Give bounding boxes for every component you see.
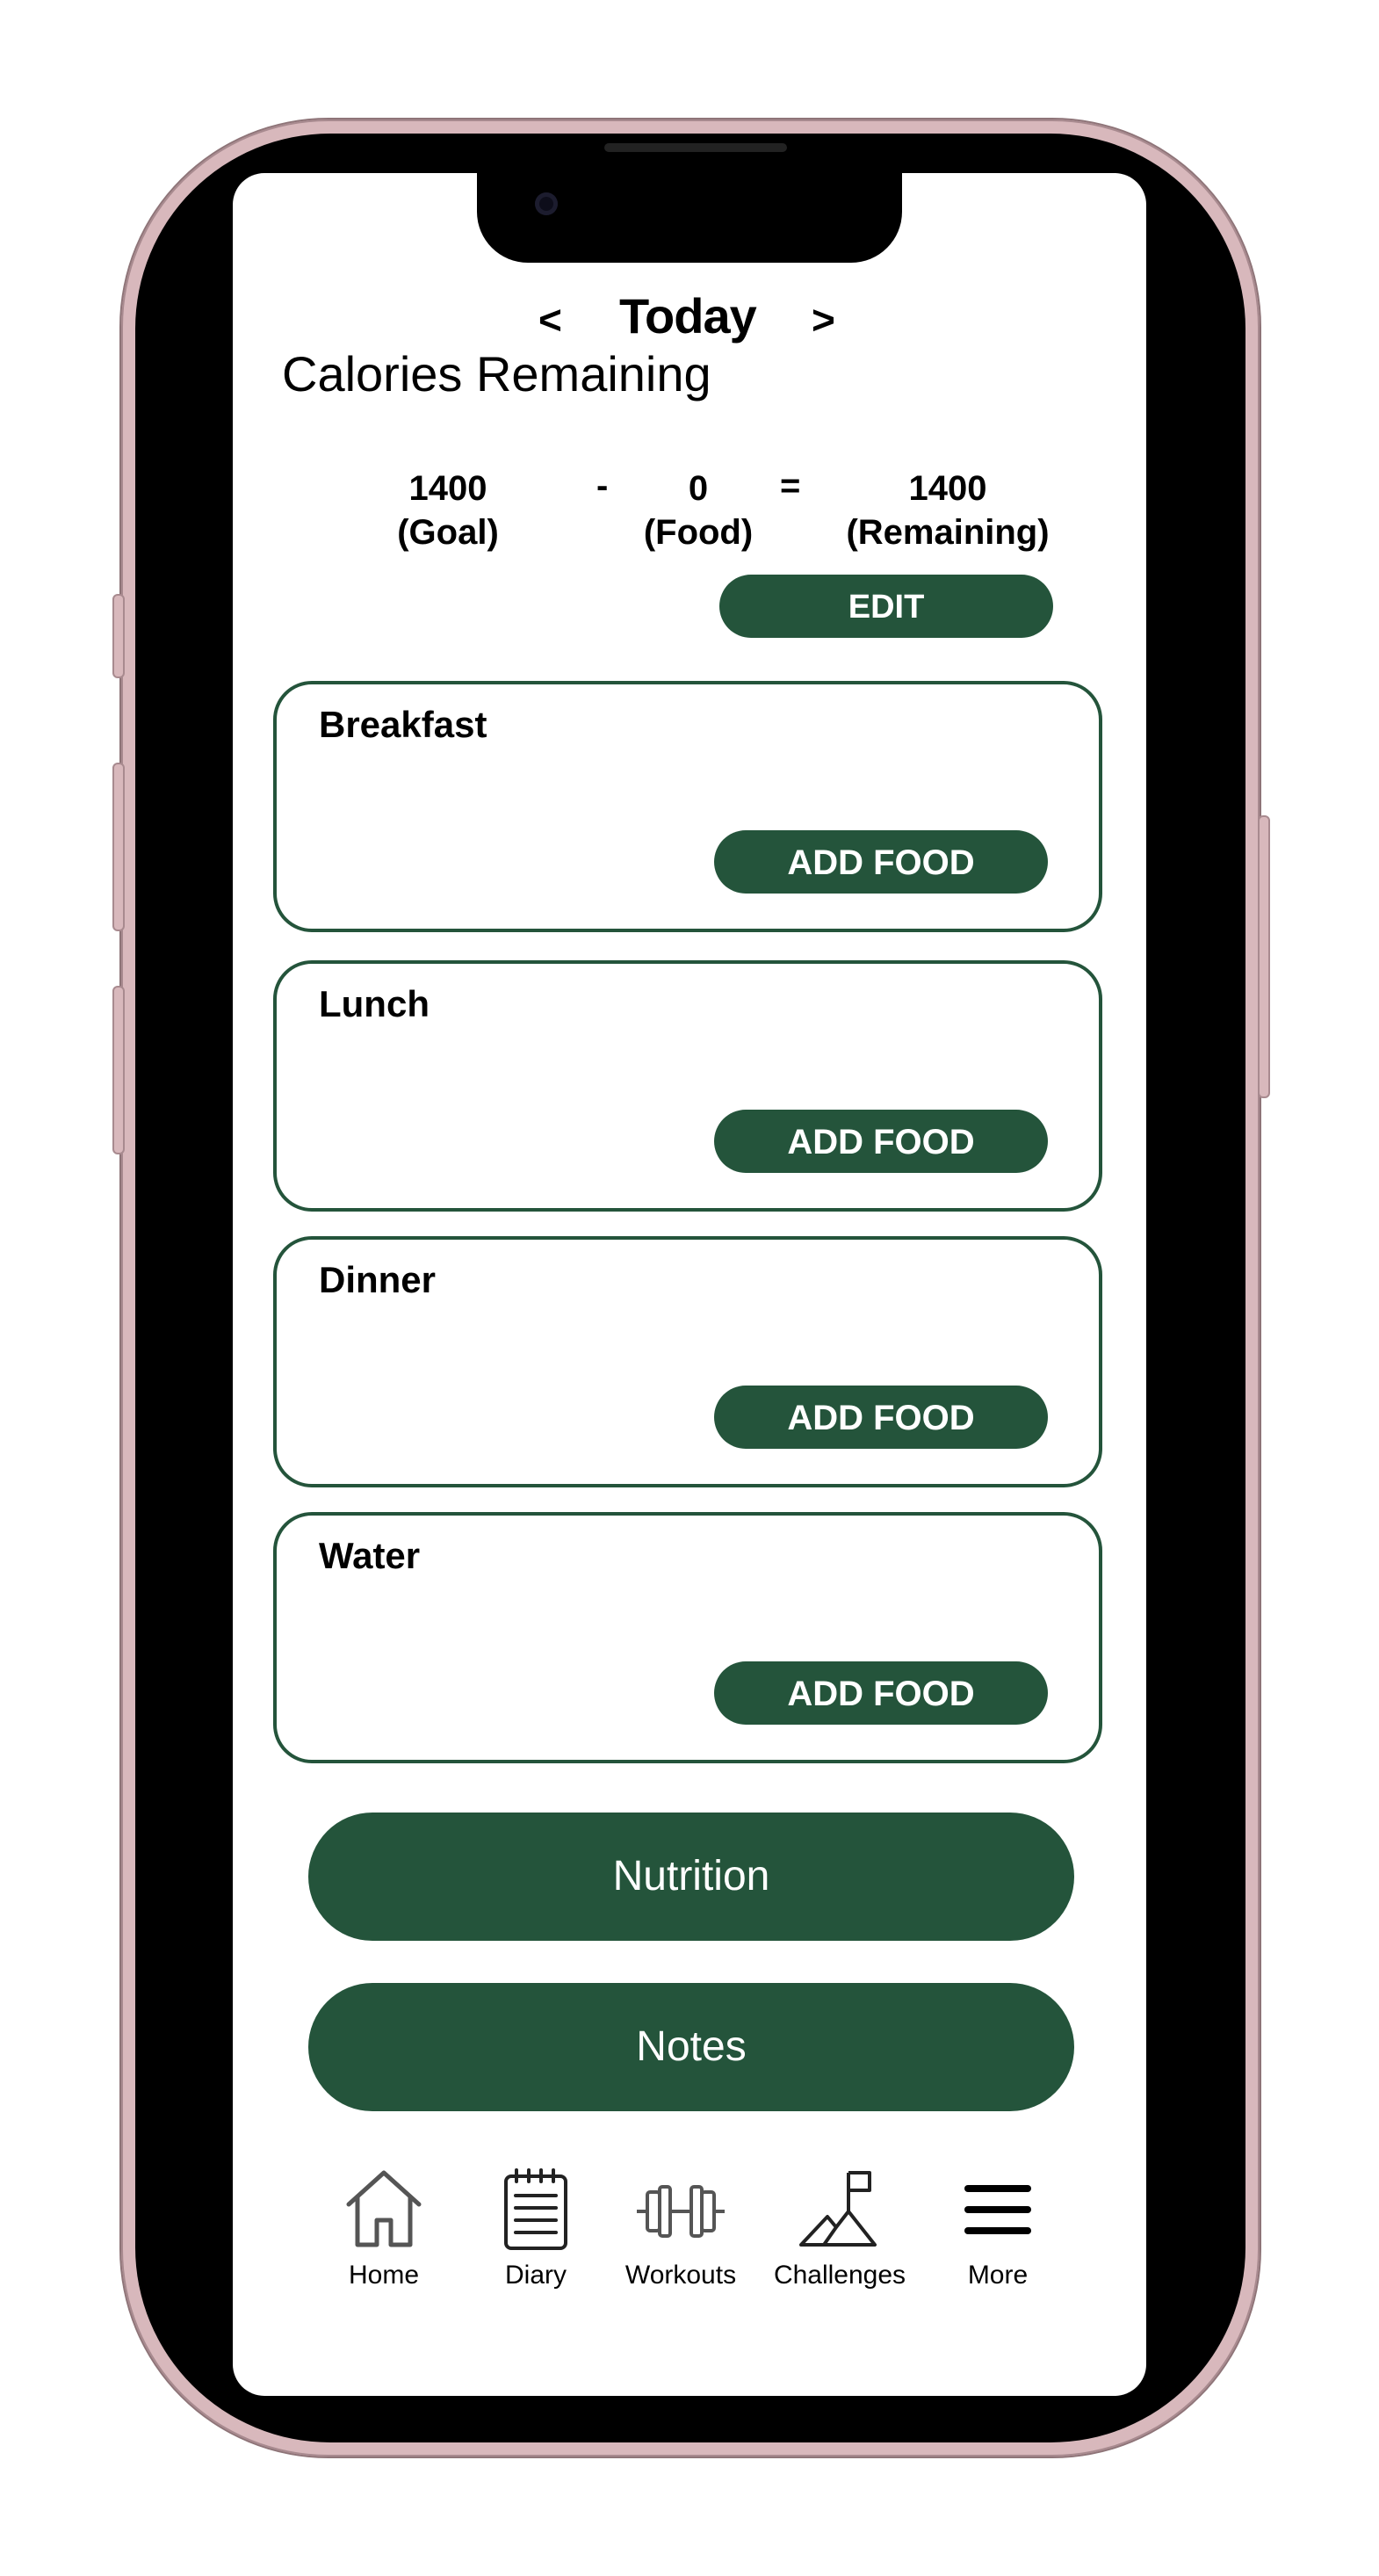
food-column: 0 (Food) <box>619 467 777 554</box>
tab-label: Challenges <box>773 2261 906 2290</box>
notch <box>477 173 902 263</box>
tab-label: Diary <box>504 2261 567 2290</box>
meal-card-water: Water ADD FOOD <box>273 1512 1102 1763</box>
meal-card-lunch: Lunch ADD FOOD <box>273 960 1102 1212</box>
speaker-grille <box>604 143 787 152</box>
tab-label: Home <box>348 2261 420 2290</box>
notes-button[interactable]: Notes <box>308 1983 1074 2111</box>
camera-icon <box>535 192 558 215</box>
nutrition-button[interactable]: Nutrition <box>308 1813 1074 1941</box>
tab-challenges[interactable]: Challenges <box>765 2167 914 2290</box>
goal-value: 1400 <box>408 469 487 508</box>
equals-sign: = <box>780 467 801 505</box>
app-screen: < Today > Calories Remaining 1400 (Goal)… <box>233 173 1146 2396</box>
meal-title: Breakfast <box>319 704 487 745</box>
dumbbell-icon <box>637 2185 725 2238</box>
tab-label: More <box>967 2261 1029 2290</box>
bottom-tab-bar: Home Diary Workouts Challenges More <box>233 2167 1146 2326</box>
tab-workouts[interactable]: Workouts <box>606 2167 755 2290</box>
food-label: (Food) <box>643 513 754 552</box>
meal-card-dinner: Dinner ADD FOOD <box>273 1236 1102 1487</box>
goal-label: (Goal) <box>397 513 499 552</box>
tab-label: Workouts <box>625 2261 737 2290</box>
next-day-button[interactable]: > <box>812 296 835 344</box>
calories-remaining-heading: Calories Remaining <box>282 346 711 402</box>
volume-up-button <box>112 763 125 931</box>
add-food-button[interactable]: ADD FOOD <box>714 1661 1048 1725</box>
tab-diary[interactable]: Diary <box>461 2167 610 2290</box>
remaining-label: (Remaining) <box>846 513 1050 552</box>
remaining-column: 1400 (Remaining) <box>816 467 1079 554</box>
volume-down-button <box>112 986 125 1154</box>
calorie-equation: 1400 (Goal) - 0 (Food) = 1400 (Remaining… <box>233 467 1146 563</box>
meal-title: Dinner <box>319 1259 437 1300</box>
meal-title: Lunch <box>319 983 430 1024</box>
food-value: 0 <box>688 469 709 508</box>
tab-home[interactable]: Home <box>309 2167 458 2290</box>
date-navigation: < Today > <box>233 284 1146 354</box>
add-food-button[interactable]: ADD FOOD <box>714 830 1048 894</box>
meal-card-breakfast: Breakfast ADD FOOD <box>273 681 1102 932</box>
add-food-button[interactable]: ADD FOOD <box>714 1110 1048 1173</box>
minus-sign: - <box>596 467 609 505</box>
meal-title: Water <box>319 1535 421 1576</box>
tab-more[interactable]: More <box>923 2167 1072 2290</box>
previous-day-button[interactable]: < <box>538 296 562 344</box>
add-food-button[interactable]: ADD FOOD <box>714 1386 1048 1449</box>
goal-column: 1400 (Goal) <box>373 467 523 554</box>
remaining-value: 1400 <box>908 469 987 508</box>
mountain-flag-icon <box>799 2171 877 2247</box>
edit-goal-button[interactable]: EDIT <box>719 575 1053 638</box>
power-button <box>1258 815 1270 1098</box>
date-title: Today <box>619 288 757 344</box>
hamburger-menu-icon <box>964 2185 1031 2234</box>
notepad-icon <box>504 2168 567 2250</box>
home-icon <box>346 2170 422 2247</box>
mute-switch <box>112 594 125 678</box>
